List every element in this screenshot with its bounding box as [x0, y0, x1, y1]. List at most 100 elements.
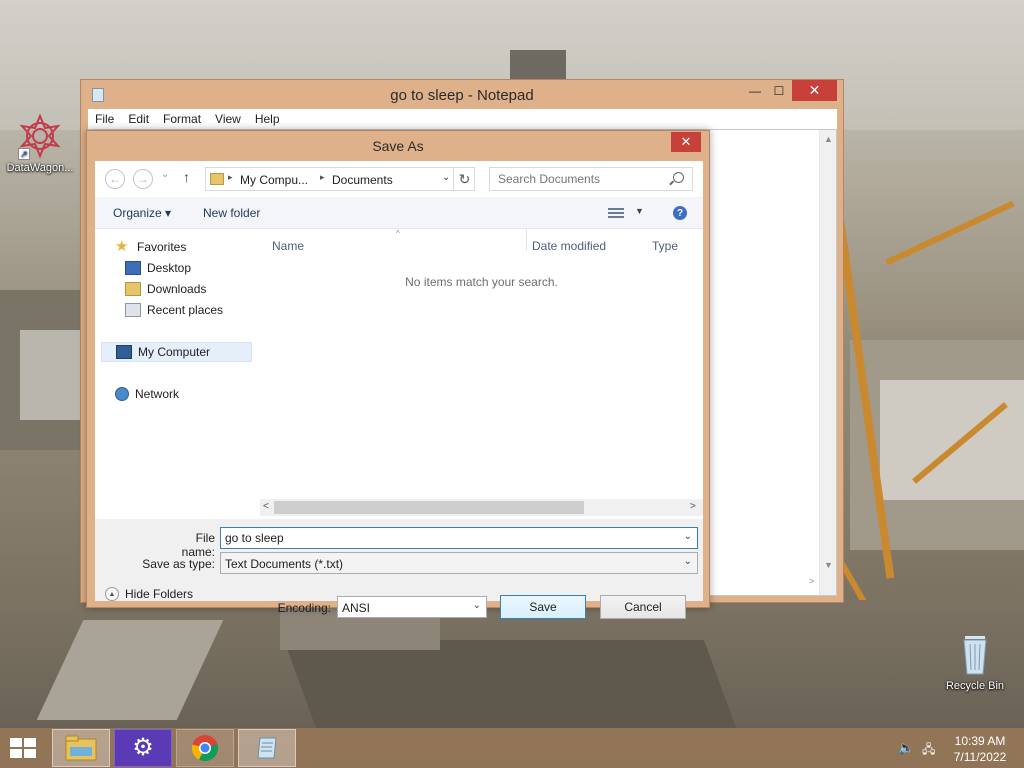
save-as-type-dropdown-icon[interactable]: ⌄	[684, 556, 692, 567]
notepad-menubar: File Edit Format View Help	[88, 109, 837, 129]
menu-file[interactable]: File	[88, 109, 121, 129]
scroll-up-icon[interactable]: ▲	[820, 134, 837, 144]
cancel-button[interactable]: Cancel	[600, 595, 686, 619]
windows-logo-icon	[10, 738, 22, 747]
save-as-type-label: Save as type:	[142, 557, 215, 571]
nav-my-computer[interactable]: My Computer	[101, 342, 252, 362]
taskbar-chrome[interactable]	[176, 729, 234, 767]
system-tray: 🔈 🖧	[896, 728, 940, 768]
nav-recent-places[interactable]: Recent places	[125, 300, 282, 320]
maximize-button[interactable]: ☐	[765, 80, 793, 101]
search-box[interactable]	[489, 167, 693, 191]
save-as-body: ← → ⌄ ↑ ▸ My Compu... ▸ Documents ⌄ ↻ Or…	[95, 161, 703, 619]
chrome-icon	[191, 735, 218, 762]
network-icon	[115, 387, 129, 401]
hide-folders-label: Hide Folders	[125, 587, 194, 601]
clock-date: 7/11/2022	[953, 750, 1007, 764]
refresh-button[interactable]: ↻	[453, 167, 475, 191]
scroll-right-icon[interactable]: >	[690, 501, 696, 512]
scrollbar-thumb[interactable]	[274, 501, 584, 514]
menu-view[interactable]: View	[208, 109, 248, 129]
up-button[interactable]: ↑	[183, 169, 190, 185]
taskbar-notepad[interactable]	[238, 729, 296, 767]
menu-help[interactable]: Help	[248, 109, 287, 129]
breadcrumb-my-computer[interactable]: My Compu...	[240, 173, 308, 187]
desktop-icon-recycle-bin[interactable]: Recycle Bin	[935, 630, 1015, 692]
nav-desktop-label: Desktop	[147, 261, 192, 275]
star-icon: ★	[115, 238, 129, 255]
taskbar-settings[interactable]: ⚙	[114, 729, 172, 767]
encoding-dropdown-icon[interactable]: ⌄	[473, 600, 481, 611]
empty-folder-message: No items match your search.	[405, 275, 558, 289]
shortcut-arrow-icon: ↗	[18, 148, 30, 160]
save-as-close-button[interactable]: ✕	[671, 132, 701, 152]
nav-desktop[interactable]: Desktop	[125, 258, 282, 278]
notepad-icon	[257, 737, 277, 759]
address-dropdown-icon[interactable]: ⌄	[442, 172, 450, 183]
notepad-title: go to sleep - Notepad	[390, 87, 534, 104]
save-as-titlebar[interactable]: Save As ✕	[87, 131, 709, 158]
encoding-label: Encoding:	[277, 601, 331, 615]
notepad-close-button[interactable]: ✕	[792, 80, 837, 101]
file-name-label: File name:	[181, 531, 215, 559]
notepad-titlebar[interactable]: go to sleep - Notepad — ☐ ✕	[81, 80, 843, 108]
taskbar-file-explorer[interactable]	[52, 729, 110, 767]
desktop-icon-label: Recycle Bin	[945, 680, 1005, 692]
notepad-vertical-scrollbar[interactable]: ▲ ▼	[819, 130, 836, 595]
taskbar: ⚙ 🔈 🖧 10:39 AM 7/11/2022	[0, 728, 1024, 768]
scroll-left-icon[interactable]: <	[263, 501, 269, 512]
breadcrumb-documents[interactable]: Documents	[332, 173, 393, 187]
encoding-select[interactable]: ANSI ⌄	[337, 596, 487, 618]
nav-network-label: Network	[135, 387, 180, 401]
nav-network[interactable]: Network	[115, 384, 272, 404]
save-button[interactable]: Save	[500, 595, 586, 619]
save-as-type-value: Text Documents (*.txt)	[225, 557, 344, 571]
volume-muted-icon[interactable]: 🔈	[898, 740, 914, 756]
view-options-icon[interactable]	[608, 208, 624, 218]
navigation-pane: ★ Favorites Desktop Downloads Recent pla…	[95, 229, 260, 519]
scroll-down-icon[interactable]: ▼	[820, 560, 837, 570]
help-icon[interactable]: ?	[673, 206, 687, 220]
recycle-bin-icon	[951, 630, 999, 678]
column-header-date-modified[interactable]: Date modified	[532, 239, 606, 253]
forward-button[interactable]: →	[133, 169, 153, 189]
view-dropdown-icon[interactable]: ▼	[635, 206, 644, 216]
back-button[interactable]: ←	[105, 169, 125, 189]
nav-my-computer-label: My Computer	[138, 345, 211, 359]
computer-icon	[116, 345, 132, 359]
start-button[interactable]	[10, 738, 38, 760]
desktop-icon-label: DataWagon...	[6, 162, 74, 174]
save-as-title: Save As	[372, 138, 424, 154]
file-list[interactable]: ^ Name Date modified Type No items match…	[260, 229, 703, 519]
sort-ascending-icon: ^	[396, 229, 400, 238]
scroll-right-icon[interactable]: >	[809, 576, 814, 586]
recent-locations-dropdown[interactable]: ⌄	[161, 169, 169, 180]
column-header-name[interactable]: Name	[272, 239, 304, 253]
clock[interactable]: 10:39 AM 7/11/2022	[940, 733, 1020, 765]
horizontal-scrollbar[interactable]: < >	[260, 499, 703, 516]
file-name-input[interactable]	[225, 529, 665, 547]
menu-edit[interactable]: Edit	[121, 109, 156, 129]
file-name-field[interactable]: ⌄	[220, 527, 698, 549]
address-bar[interactable]: ▸ My Compu... ▸ Documents ⌄	[205, 167, 475, 191]
file-explorer-icon	[65, 735, 97, 761]
desktop-icon-datawagon[interactable]: ↗ DataWagon...	[0, 112, 80, 174]
column-header-type[interactable]: Type	[652, 239, 678, 253]
collapse-arrow-icon: ▲	[105, 587, 119, 601]
search-icon	[673, 172, 684, 183]
column-separator	[526, 229, 527, 251]
search-input[interactable]	[498, 169, 668, 189]
organize-button[interactable]: Organize ▾	[113, 206, 171, 220]
menu-format[interactable]: Format	[156, 109, 208, 129]
file-name-dropdown-icon[interactable]: ⌄	[684, 531, 692, 542]
desktop-folder-icon	[125, 261, 141, 275]
nav-favorites[interactable]: ★ Favorites	[115, 237, 272, 257]
nav-downloads[interactable]: Downloads	[125, 279, 282, 299]
nav-recent-places-label: Recent places	[147, 303, 224, 317]
network-status-icon[interactable]: 🖧	[922, 740, 935, 761]
breadcrumb-separator-icon: ▸	[320, 172, 325, 182]
save-as-type-select[interactable]: Text Documents (*.txt) ⌄	[220, 552, 698, 574]
new-folder-button[interactable]: New folder	[203, 206, 260, 220]
hide-folders-button[interactable]: ▲ Hide Folders	[105, 587, 193, 601]
clock-time: 10:39 AM	[954, 734, 1006, 748]
